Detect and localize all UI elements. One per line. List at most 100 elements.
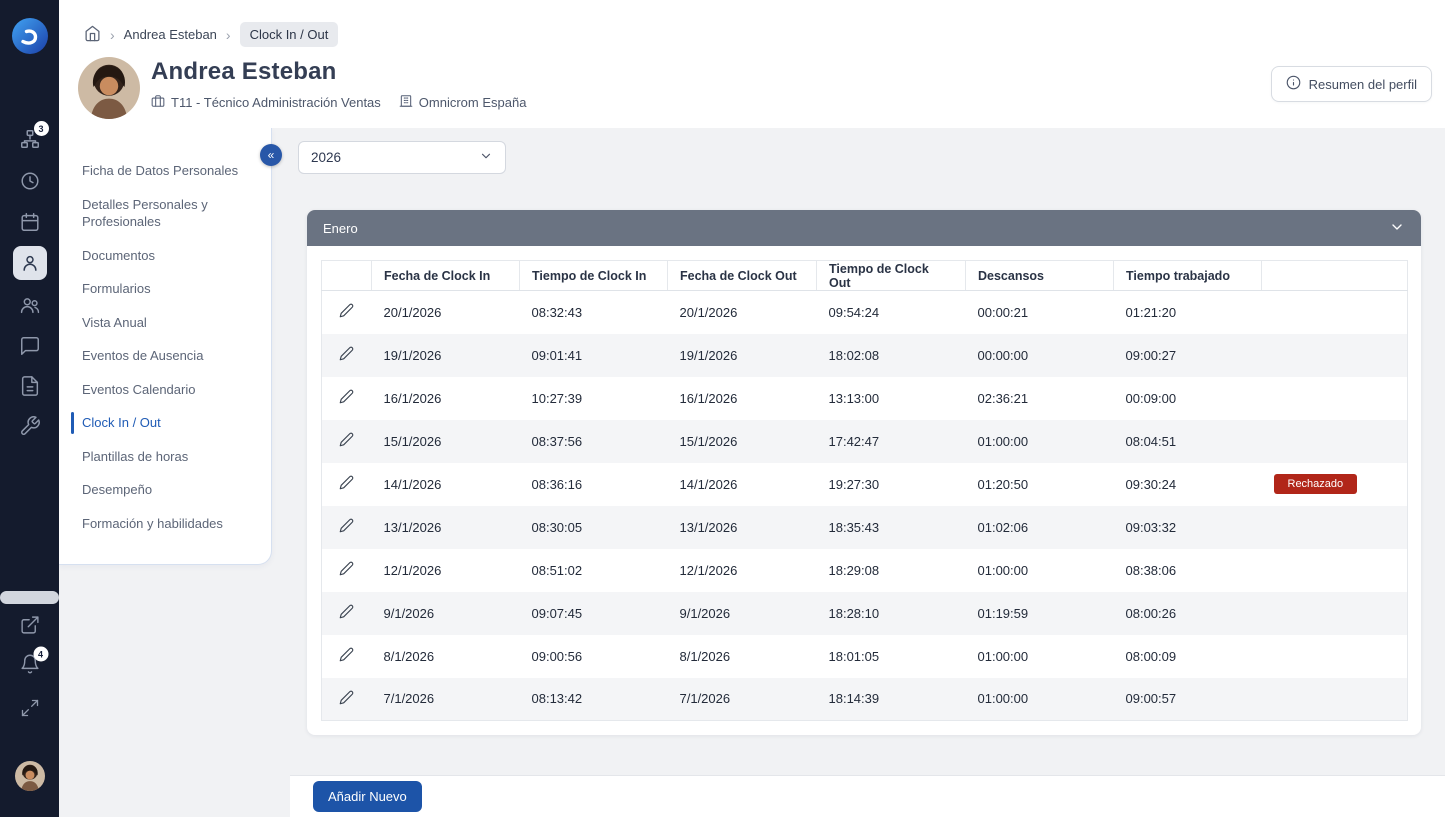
- sidebar-item-reports[interactable]: [19, 375, 41, 397]
- clock-out-date-cell: 9/1/2026: [668, 592, 817, 635]
- breaks-cell: 00:00:21: [966, 291, 1114, 334]
- submenu-item-eventos-calendario[interactable]: Eventos Calendario: [59, 373, 271, 407]
- sidebar-item-employees[interactable]: [13, 246, 47, 280]
- clock-out-time-cell: 09:54:24: [817, 291, 966, 334]
- pencil-icon: [339, 389, 354, 407]
- clock-row: 19/1/202609:01:4119/1/202618:02:0800:00:…: [322, 334, 1408, 377]
- submenu-item-desempe-o[interactable]: Desempeño: [59, 473, 271, 507]
- clock-in-time-cell: 08:30:05: [520, 506, 668, 549]
- edit-cell: [322, 420, 372, 463]
- edit-cell: [322, 506, 372, 549]
- sidebar: 3: [0, 0, 59, 817]
- pencil-icon: [339, 303, 354, 321]
- breaks-cell: 01:19:59: [966, 592, 1114, 635]
- edit-entry-button[interactable]: [339, 561, 354, 579]
- submenu-item-ficha-de-datos-personales[interactable]: Ficha de Datos Personales: [59, 154, 271, 188]
- pencil-icon: [339, 690, 354, 708]
- edit-entry-button[interactable]: [339, 432, 354, 450]
- edit-cell: [322, 291, 372, 334]
- profile-submenu: « Ficha de Datos PersonalesDetalles Pers…: [59, 128, 272, 565]
- profile-header: › Andrea Esteban › Clock In / Out Andrea…: [59, 0, 1445, 128]
- edit-entry-button[interactable]: [339, 518, 354, 536]
- year-select[interactable]: 2026: [298, 141, 506, 174]
- breadcrumb-home[interactable]: [84, 25, 101, 45]
- submenu-item-eventos-de-ausencia[interactable]: Eventos de Ausencia: [59, 339, 271, 373]
- sidebar-user-avatar[interactable]: [15, 761, 45, 791]
- edit-entry-button[interactable]: [339, 389, 354, 407]
- submenu-item-detalles-personales-y-profesionales[interactable]: Detalles Personales y Profesionales: [59, 188, 271, 239]
- status-cell: [1262, 678, 1408, 721]
- breadcrumb-separator: ›: [110, 28, 115, 42]
- submenu-item-clock-in-out[interactable]: Clock In / Out: [59, 406, 271, 440]
- column-header-empty: [1262, 261, 1408, 291]
- month-card: Enero Fecha de Clock InTiempo de Clock I…: [307, 210, 1421, 735]
- pencil-icon: [339, 561, 354, 579]
- status-cell: [1262, 592, 1408, 635]
- clock-in-time-cell: 08:32:43: [520, 291, 668, 334]
- breaks-cell: 01:00:00: [966, 549, 1114, 592]
- edit-entry-button[interactable]: [339, 346, 354, 364]
- pencil-icon: [339, 475, 354, 493]
- edit-cell: [322, 463, 372, 506]
- worked-time-cell: 09:00:57: [1114, 678, 1262, 721]
- submenu-item-formularios[interactable]: Formularios: [59, 272, 271, 306]
- sidebar-item-team[interactable]: [19, 294, 41, 316]
- status-cell: [1262, 549, 1408, 592]
- user-avatar-image: [15, 761, 45, 791]
- clock-table: Fecha de Clock InTiempo de Clock InFecha…: [321, 260, 1408, 721]
- clock-out-time-cell: 17:42:47: [817, 420, 966, 463]
- edit-entry-button[interactable]: [339, 647, 354, 665]
- briefcase-icon: [151, 94, 165, 111]
- clock-in-date-cell: 20/1/2026: [372, 291, 520, 334]
- submenu-item-formaci-n-y-habilidades[interactable]: Formación y habilidades: [59, 507, 271, 541]
- sidebar-item-notifications[interactable]: 4: [19, 654, 40, 675]
- edit-entry-button[interactable]: [339, 303, 354, 321]
- clock-in-time-cell: 08:37:56: [520, 420, 668, 463]
- submenu-item-plantillas-de-horas[interactable]: Plantillas de horas: [59, 440, 271, 474]
- clock-out-time-cell: 18:02:08: [817, 334, 966, 377]
- fullscreen-icon: [20, 698, 40, 718]
- submenu-item-vista-anual[interactable]: Vista Anual: [59, 306, 271, 340]
- breadcrumb-item-employee[interactable]: Andrea Esteban: [124, 27, 217, 42]
- column-header: Descansos: [966, 261, 1114, 291]
- pencil-icon: [339, 647, 354, 665]
- sidebar-item-calendar[interactable]: [19, 211, 41, 233]
- clock-in-date-cell: 12/1/2026: [372, 549, 520, 592]
- edit-cell: [322, 334, 372, 377]
- info-icon: [1286, 75, 1301, 93]
- logo-icon: [11, 17, 49, 55]
- add-new-button[interactable]: Añadir Nuevo: [313, 781, 422, 812]
- sidebar-item-chat[interactable]: [19, 335, 41, 357]
- edit-entry-button[interactable]: [339, 690, 354, 708]
- app-logo[interactable]: [11, 17, 49, 55]
- breadcrumb-item-current[interactable]: Clock In / Out: [240, 22, 339, 47]
- breaks-cell: 02:36:21: [966, 377, 1114, 420]
- clock-table-header-row: Fecha de Clock InTiempo de Clock InFecha…: [322, 261, 1408, 291]
- clock-in-time-cell: 10:27:39: [520, 377, 668, 420]
- edit-entry-button[interactable]: [339, 604, 354, 622]
- sidebar-item-settings[interactable]: [19, 415, 41, 437]
- sidebar-item-organization[interactable]: 3: [19, 128, 41, 150]
- edit-cell: [322, 592, 372, 635]
- sidebar-item-clock-in[interactable]: [19, 170, 41, 192]
- submenu-item-documentos[interactable]: Documentos: [59, 239, 271, 273]
- clock-out-date-cell: 13/1/2026: [668, 506, 817, 549]
- month-header[interactable]: Enero: [307, 210, 1421, 246]
- home-icon: [84, 25, 101, 45]
- breaks-cell: 01:00:00: [966, 635, 1114, 678]
- clock-row: 15/1/202608:37:5615/1/202617:42:4701:00:…: [322, 420, 1408, 463]
- table-wrap: Fecha de Clock InTiempo de Clock InFecha…: [321, 260, 1407, 721]
- sidebar-item-external-link[interactable]: [19, 615, 40, 636]
- clock-in-time-cell: 08:36:16: [520, 463, 668, 506]
- clock-row: 9/1/202609:07:459/1/202618:28:1001:19:59…: [322, 592, 1408, 635]
- profile-avatar: [78, 57, 140, 119]
- notification-badge: 4: [33, 647, 48, 662]
- clock-in-time-cell: 09:00:56: [520, 635, 668, 678]
- profile-summary-button[interactable]: Resumen del perfil: [1271, 66, 1432, 102]
- edit-entry-button[interactable]: [339, 475, 354, 493]
- sidebar-item-fullscreen[interactable]: [20, 698, 40, 718]
- clock-in-time-cell: 08:51:02: [520, 549, 668, 592]
- main-area: › Andrea Esteban › Clock In / Out Andrea…: [59, 0, 1445, 817]
- clock-in-date-cell: 15/1/2026: [372, 420, 520, 463]
- worked-time-cell: 08:04:51: [1114, 420, 1262, 463]
